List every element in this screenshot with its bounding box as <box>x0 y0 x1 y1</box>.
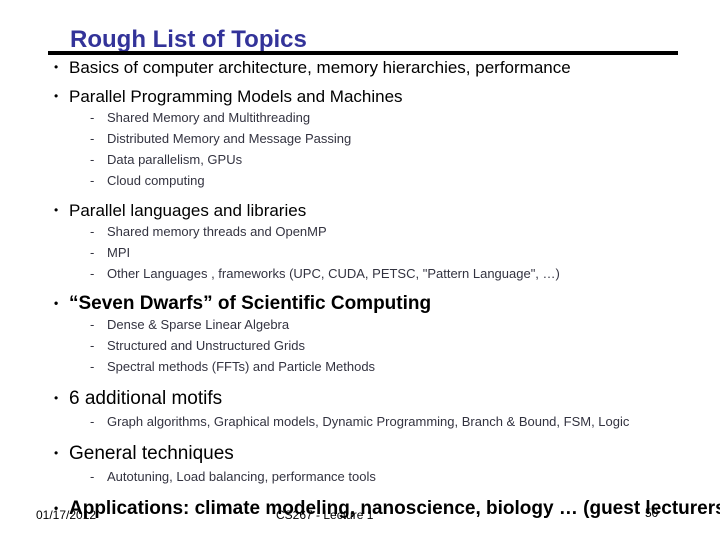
bullet-programming-models: • Parallel Programming Models and Machine… <box>54 86 403 107</box>
sub-item-text: Graph algorithms, Graphical models, Dyna… <box>107 414 630 429</box>
sub-item-text: Distributed Memory and Message Passing <box>107 131 352 146</box>
bullet-icon: • <box>54 60 59 74</box>
bullet-text: General techniques <box>69 443 234 464</box>
dash-icon: - <box>90 131 95 146</box>
bullet-languages: • Parallel languages and libraries <box>54 200 306 221</box>
sub-item: - Dense & Sparse Linear Algebra <box>90 317 289 333</box>
bullet-basics: • Basics of computer architecture, memory… <box>54 57 571 78</box>
dash-icon: - <box>90 266 95 281</box>
sub-item-text: Autotuning, Load balancing, performance … <box>107 469 376 484</box>
sub-item: - MPI <box>90 245 130 261</box>
dash-icon: - <box>90 469 95 484</box>
sub-item: - Graph algorithms, Graphical models, Dyn… <box>90 414 629 430</box>
bullet-icon: • <box>54 391 59 405</box>
dash-icon: - <box>90 414 95 429</box>
sub-item: - Distributed Memory and Message Passing <box>90 131 351 147</box>
dash-icon: - <box>90 359 95 374</box>
bullet-general-techniques: • General techniques <box>54 442 234 465</box>
sub-item: - Shared memory threads and OpenMP <box>90 224 327 240</box>
footer-page-number: 50 <box>645 506 659 520</box>
footer-date: 01/17/2012 <box>36 508 97 522</box>
sub-item-text: Shared Memory and Multithreading <box>107 110 311 125</box>
title-rule <box>48 51 678 55</box>
sub-item-text: Cloud computing <box>107 173 205 188</box>
sub-item: - Spectral methods (FFTs) and Particle Me… <box>90 359 375 375</box>
bullet-additional-motifs: • 6 additional motifs <box>54 387 222 410</box>
dash-icon: - <box>90 173 95 188</box>
sub-item-text: Shared memory threads and OpenMP <box>107 224 327 239</box>
bullet-icon: • <box>54 296 59 310</box>
dash-icon: - <box>90 224 95 239</box>
bullet-text: Parallel languages and libraries <box>69 201 307 220</box>
sub-item-text: Dense & Sparse Linear Algebra <box>107 317 290 332</box>
dash-icon: - <box>90 152 95 167</box>
bullet-text: 6 additional motifs <box>69 388 223 409</box>
sub-item: - Other Languages , frameworks (UPC, CUDA… <box>90 266 560 282</box>
sub-item-text: Data parallelism, GPUs <box>107 152 243 167</box>
sub-item-text: Other Languages , frameworks (UPC, CUDA,… <box>107 266 560 281</box>
bullet-seven-dwarfs: • “Seven Dwarfs” of Scientific Computing <box>54 292 431 315</box>
footer-course: CS267 - Lecture 1 <box>276 508 374 522</box>
bullet-icon: • <box>54 446 59 460</box>
sub-item-text: Spectral methods (FFTs) and Particle Met… <box>107 359 376 374</box>
sub-item: - Cloud computing <box>90 173 205 189</box>
bullet-text: Basics of computer architecture, memory … <box>69 58 571 77</box>
sub-item-text: MPI <box>107 245 131 260</box>
dash-icon: - <box>90 317 95 332</box>
bullet-icon: • <box>54 203 59 217</box>
bullet-text: Applications: climate modeling, nanoscie… <box>69 498 720 519</box>
bullet-icon: • <box>54 89 59 103</box>
bullet-text: “Seven Dwarfs” of Scientific Computing <box>69 293 432 314</box>
sub-item: - Shared Memory and Multithreading <box>90 110 310 126</box>
sub-item: - Autotuning, Load balancing, performance… <box>90 469 376 485</box>
sub-item: - Data parallelism, GPUs <box>90 152 242 168</box>
dash-icon: - <box>90 338 95 353</box>
dash-icon: - <box>90 245 95 260</box>
sub-item: - Structured and Unstructured Grids <box>90 338 305 354</box>
dash-icon: - <box>90 110 95 125</box>
bullet-applications: • Applications: climate modeling, nanosci… <box>54 497 720 520</box>
bullet-text: Parallel Programming Models and Machines <box>69 87 403 106</box>
sub-item-text: Structured and Unstructured Grids <box>107 338 305 353</box>
